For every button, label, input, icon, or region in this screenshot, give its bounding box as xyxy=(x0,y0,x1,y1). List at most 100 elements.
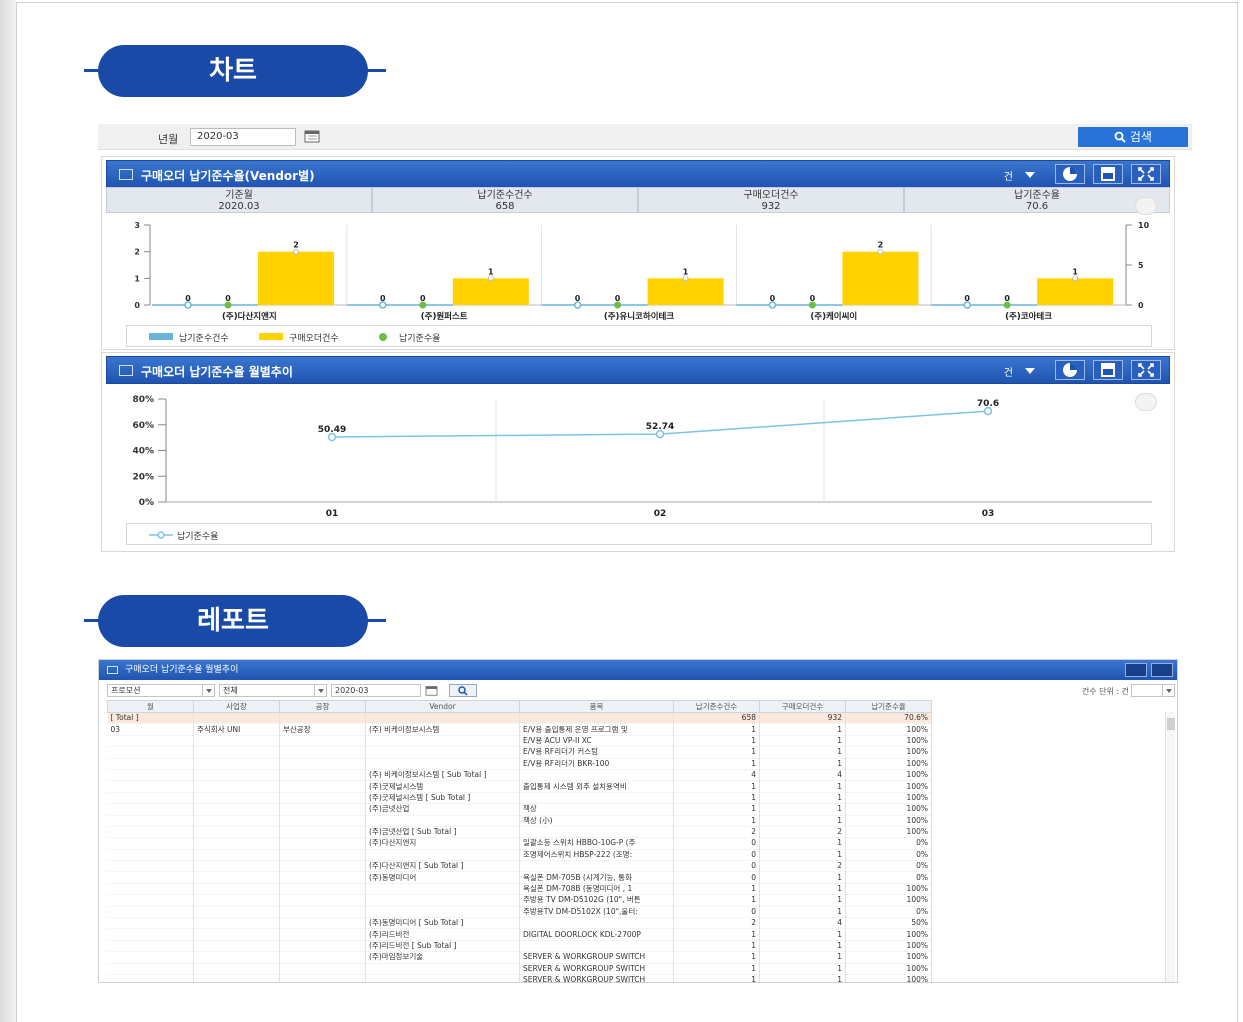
table-row[interactable]: (주)금넷산업 책상 1 1 100% xyxy=(107,803,932,816)
excel-export-icon[interactable] xyxy=(1093,164,1123,184)
month-input[interactable]: 2020-03 xyxy=(190,128,296,146)
table-cell xyxy=(193,780,280,793)
table-cell: (주)마임정보기술 xyxy=(365,951,520,964)
table-cell xyxy=(279,735,366,748)
table-row[interactable]: SERVER & WORKGROUP SWITCH 1 1 100% xyxy=(107,974,932,982)
table-cell: 50% xyxy=(845,917,932,930)
table-cell: 욕실폰 DM-705B (시계기능, 통화 xyxy=(519,871,674,884)
chevron-down-icon[interactable] xyxy=(1025,368,1035,374)
table-row[interactable]: (주)다산지앤지 일괄소등 스위치 HBBO-10G-P (주 0 1 0% xyxy=(107,837,932,850)
table-row[interactable]: E/V용 RF리더기 BKR-100 1 1 100% xyxy=(107,758,932,770)
unit-selector-label[interactable]: 건 xyxy=(1004,168,1013,183)
table-cell: 0% xyxy=(845,906,932,919)
table-cell: 2 xyxy=(673,826,760,839)
table-cell: 1 xyxy=(759,837,846,850)
column-header[interactable]: Vendor xyxy=(365,700,520,713)
table-row[interactable]: (주)금넷산업 [ Sub Total ] 2 2 100% xyxy=(107,826,932,839)
report-search-button[interactable] xyxy=(449,684,477,697)
excel-export-icon[interactable] xyxy=(1093,360,1123,380)
table-row[interactable]: E/V용 ACU VP-II XC 1 1 100% xyxy=(107,735,932,748)
table-cell xyxy=(279,951,366,964)
table-row[interactable]: 03 주식회사 UNI 부산공장 (주) 비케이정보시스템 E/V용 출입통제 운영 프… xyxy=(107,723,932,736)
download-icon[interactable] xyxy=(1135,197,1157,215)
chevron-down-icon[interactable] xyxy=(1025,172,1035,178)
table-row[interactable]: 주방용 TV DM-D5102G (10", 버튼 1 1 100% xyxy=(107,894,932,907)
table-cell: 0 xyxy=(673,906,760,919)
table-cell: 0 xyxy=(673,871,760,884)
table-row[interactable]: (주)굿제널시스템 출입통제 시스템 외주 설치용역비 1 1 100% xyxy=(107,780,932,793)
legend-swatch-orders xyxy=(259,333,283,340)
data-label: 0 xyxy=(810,294,816,303)
table-row[interactable]: (주)마임정보기술 SERVER & WORKGROUP SWITCH 1 1 100% xyxy=(107,951,932,964)
column-header[interactable]: 품목 xyxy=(519,700,674,713)
table-row[interactable]: (주)리드비전 [ Sub Total ] 1 1 100% xyxy=(107,940,932,953)
table-cell xyxy=(365,815,520,827)
table-cell: (주)다산지앤지 xyxy=(365,837,520,850)
pie-chart-icon[interactable] xyxy=(1055,164,1085,184)
scroll-thumb[interactable] xyxy=(1167,718,1175,730)
fullscreen-icon[interactable] xyxy=(1131,360,1161,380)
search-icon xyxy=(458,686,468,696)
table-cell: SERVER & WORKGROUP SWITCH xyxy=(519,974,674,982)
table-cell xyxy=(519,860,674,873)
promotion-select[interactable]: 프로모션 xyxy=(107,684,215,697)
table-cell xyxy=(193,974,280,982)
table-cell xyxy=(107,974,194,982)
table-row[interactable]: (주)리드비전 DIGITAL DOORLOCK KDL-2700P 1 1 100% xyxy=(107,928,932,941)
table-cell: 주방용TV DM-D5102X (10",울터: xyxy=(519,906,674,919)
column-header[interactable]: 구매오더건수 xyxy=(759,700,846,713)
table-row[interactable]: SERVER & WORKGROUP SWITCH 1 1 100% xyxy=(107,963,932,976)
table-cell: 주식회사 UNI xyxy=(193,723,280,736)
table-cell: 0% xyxy=(845,837,932,850)
table-row[interactable]: (주)다산지앤지 [ Sub Total ] 0 2 0% xyxy=(107,860,932,873)
summary-cell: 기준월 2020.03 xyxy=(106,187,372,213)
calendar-icon[interactable] xyxy=(304,129,320,143)
data-label: 2 xyxy=(878,241,884,250)
legend-label: 구매오더건수 xyxy=(289,334,339,344)
table-cell: 0 xyxy=(673,849,760,862)
scope-select[interactable]: 전체 xyxy=(219,684,327,697)
table-cell xyxy=(519,826,674,839)
column-header[interactable]: 월 xyxy=(107,700,194,713)
table-row[interactable]: (주)굿제널시스템 [ Sub Total ] 1 1 100% xyxy=(107,792,932,805)
data-label: 0 xyxy=(380,294,386,303)
x-tick-label: (주)다산지앤지 xyxy=(222,311,277,322)
report-month-input[interactable]: 2020-03 xyxy=(331,684,421,697)
bar-top-marker xyxy=(293,248,299,255)
table-cell: 100% xyxy=(845,780,932,793)
table-cell: 1 xyxy=(673,735,760,748)
table-row[interactable]: (주)동명미디어 욕실폰 DM-705B (시계기능, 통화 0 1 0% xyxy=(107,871,932,884)
print-icon[interactable] xyxy=(1151,663,1173,677)
table-cell: 1 xyxy=(759,906,846,919)
table-cell: (주)동명미디어 xyxy=(365,871,520,884)
table-cell: 책상 (小) xyxy=(519,815,674,827)
table-cell xyxy=(279,974,366,982)
x-tick-label: (주)케이씨이 xyxy=(810,311,857,322)
table-row[interactable]: (주) 비케이정보시스템 [ Sub Total ] 4 4 100% xyxy=(107,769,932,782)
table-cell: 1 xyxy=(673,803,760,816)
table-row[interactable]: 조명제어스위치 HBSP-222 (조명: 0 1 0% xyxy=(107,849,932,862)
table-row[interactable]: 욕실폰 DM-708B (동명미디어 , 1 1 1 100% xyxy=(107,883,932,896)
table-cell xyxy=(279,894,366,907)
table-row[interactable]: 책상 (小) 1 1 100% xyxy=(107,815,932,827)
unit-select[interactable] xyxy=(1131,684,1175,697)
search-button[interactable]: 검색 xyxy=(1078,127,1188,147)
total-row[interactable]: [ Total ] 658 932 70.6% xyxy=(107,712,932,725)
unit-selector-label[interactable]: 건 xyxy=(1004,364,1013,379)
fullscreen-icon[interactable] xyxy=(1131,164,1161,184)
column-header[interactable]: 납기준수건수 xyxy=(673,700,760,713)
column-header[interactable]: 사업장 xyxy=(193,700,280,713)
table-row[interactable]: (주)동명미디어 [ Sub Total ] 2 4 50% xyxy=(107,917,932,930)
column-header[interactable]: 납기준수율 xyxy=(845,700,932,713)
table-cell xyxy=(193,860,280,873)
vertical-scrollbar[interactable] xyxy=(1165,712,1175,982)
calendar-icon[interactable] xyxy=(425,685,438,696)
excel-icon[interactable] xyxy=(1125,663,1147,677)
table-cell xyxy=(193,815,280,827)
column-header[interactable]: 공장 xyxy=(279,700,366,713)
table-cell xyxy=(107,780,194,793)
table-row[interactable]: 주방용TV DM-D5102X (10",울터: 0 1 0% xyxy=(107,906,932,919)
pie-chart-icon[interactable] xyxy=(1055,360,1085,380)
search-icon xyxy=(1114,131,1126,143)
table-row[interactable]: E/V용 RF리더기 커스텀 1 1 100% xyxy=(107,746,932,759)
